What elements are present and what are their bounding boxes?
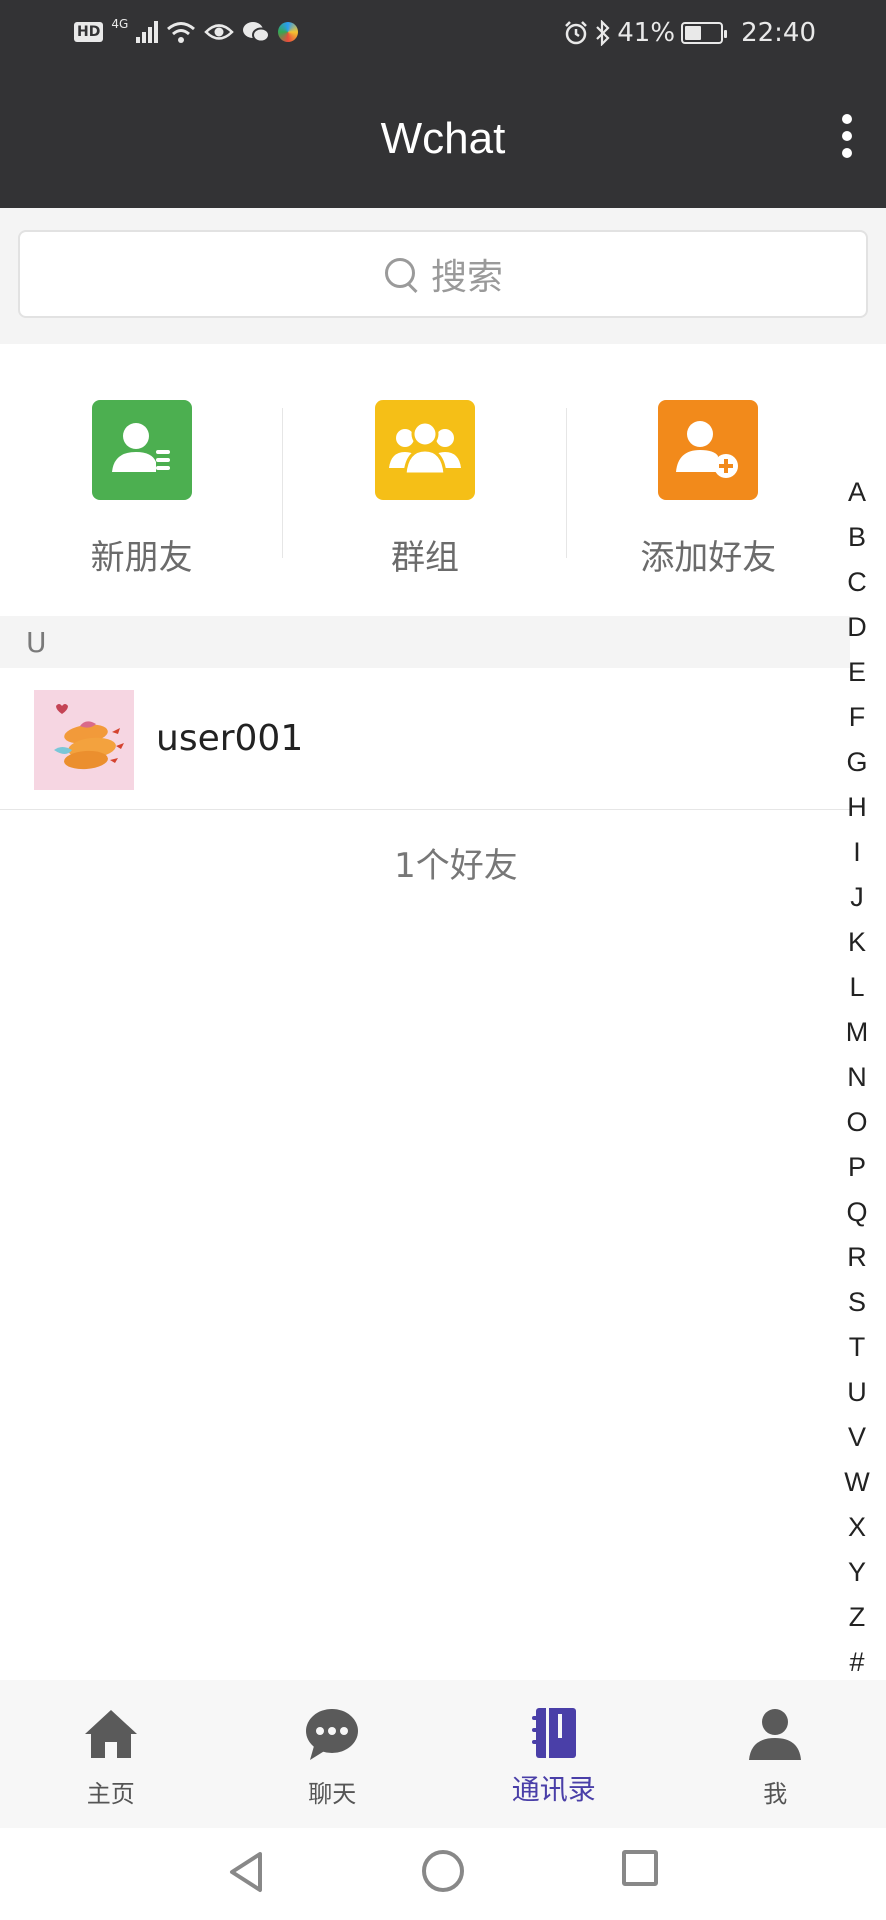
signal-icon [136, 21, 159, 43]
page-title: Wchat [380, 114, 506, 163]
index-letter[interactable]: V [848, 1415, 866, 1460]
tab-chat[interactable]: 聊天 [222, 1680, 444, 1828]
index-letter[interactable]: F [849, 695, 866, 740]
index-letter[interactable]: A [848, 470, 866, 515]
contacts-screen: HD 4G 41% 22:40 Wchat 搜索 新朋友 群组 添加好友 U u… [0, 0, 886, 1920]
eye-icon [204, 24, 235, 40]
avatar [34, 690, 134, 790]
status-bar: HD 4G 41% 22:40 [0, 0, 886, 70]
tab-me-label: 我 [763, 1780, 788, 1808]
back-icon[interactable] [226, 1850, 266, 1894]
index-letter[interactable]: S [848, 1280, 866, 1325]
index-letter[interactable]: T [849, 1325, 866, 1370]
search-icon [383, 256, 419, 292]
clock: 22:40 [741, 18, 816, 48]
tab-contacts-label: 通讯录 [511, 1773, 596, 1806]
new-friend-icon [91, 400, 192, 500]
search-input[interactable]: 搜索 [18, 230, 868, 318]
alphabet-index[interactable]: A B C D E F G H I J K L M N O P Q R S T … [840, 470, 874, 1685]
index-letter[interactable]: R [847, 1235, 867, 1280]
index-letter[interactable]: J [850, 875, 864, 920]
index-letter[interactable]: P [848, 1145, 866, 1190]
tab-contacts[interactable]: 通讯录 [443, 1680, 665, 1828]
index-letter[interactable]: Z [849, 1595, 866, 1640]
add-friend-label: 添加好友 [640, 538, 777, 578]
index-letter[interactable]: H [847, 785, 867, 830]
tab-home-label: 主页 [86, 1780, 135, 1808]
index-letter[interactable]: G [846, 740, 867, 785]
add-friend-icon [658, 400, 759, 500]
quick-actions: 新朋友 群组 添加好友 [0, 344, 850, 616]
index-letter[interactable]: W [844, 1460, 869, 1505]
tab-home[interactable]: 主页 [0, 1680, 222, 1828]
group-icon [374, 400, 475, 500]
tab-chat-label: 聊天 [308, 1780, 357, 1808]
more-vertical-icon[interactable] [822, 106, 872, 166]
bottom-nav: 主页 聊天 通讯录 我 [0, 1680, 886, 1828]
bluetooth-icon [596, 20, 610, 46]
app-icon [278, 22, 299, 42]
shrimp-tempura-avatar [54, 704, 124, 770]
index-letter[interactable]: I [853, 830, 861, 875]
index-letter[interactable]: O [846, 1100, 867, 1145]
alarm-icon [565, 21, 588, 45]
person-icon [745, 1706, 805, 1762]
wechat-icon [243, 22, 271, 43]
index-letter[interactable]: L [849, 965, 864, 1010]
new-friends-label: 新朋友 [90, 538, 193, 578]
index-letter[interactable]: X [848, 1505, 866, 1550]
new-friends-button[interactable]: 新朋友 [0, 344, 284, 616]
groups-button[interactable]: 群组 [283, 344, 567, 616]
section-header: U [0, 616, 850, 668]
index-letter[interactable]: K [848, 920, 866, 965]
hd-icon: HD [74, 22, 104, 42]
search-area: 搜索 [0, 208, 886, 344]
app-header: Wchat [0, 70, 886, 208]
index-letter[interactable]: N [847, 1055, 867, 1100]
index-letter[interactable]: M [846, 1010, 869, 1055]
home-circle-icon[interactable] [422, 1850, 464, 1892]
status-left: HD 4G [74, 17, 299, 44]
index-letter[interactable]: C [847, 560, 867, 605]
battery-percent: 41% [617, 18, 676, 48]
contacts-book-icon [524, 1706, 584, 1762]
recents-square-icon[interactable] [622, 1850, 658, 1886]
groups-label: 群组 [390, 538, 459, 578]
tab-me[interactable]: 我 [665, 1680, 886, 1828]
chat-icon [302, 1706, 362, 1762]
index-letter[interactable]: D [847, 605, 867, 650]
index-letter[interactable]: Q [846, 1190, 867, 1235]
wifi-icon [167, 22, 196, 43]
index-letter[interactable]: U [847, 1370, 867, 1415]
system-nav-bar [0, 1828, 886, 1920]
network-type: 4G [111, 17, 129, 31]
index-letter[interactable]: B [848, 515, 866, 560]
contact-name: user001 [156, 718, 304, 759]
battery-icon [681, 22, 728, 44]
contact-list-item[interactable]: user001 [0, 668, 850, 810]
add-friend-button[interactable]: 添加好友 [567, 344, 850, 616]
home-icon [81, 1706, 141, 1762]
index-letter[interactable]: E [848, 650, 866, 695]
status-right: 41% 22:40 [563, 18, 816, 48]
search-placeholder: 搜索 [430, 257, 503, 298]
friend-count: 1个好友 [394, 846, 518, 886]
index-letter[interactable]: # [849, 1640, 864, 1685]
section-letter: U [26, 626, 47, 659]
index-letter[interactable]: Y [848, 1550, 866, 1595]
